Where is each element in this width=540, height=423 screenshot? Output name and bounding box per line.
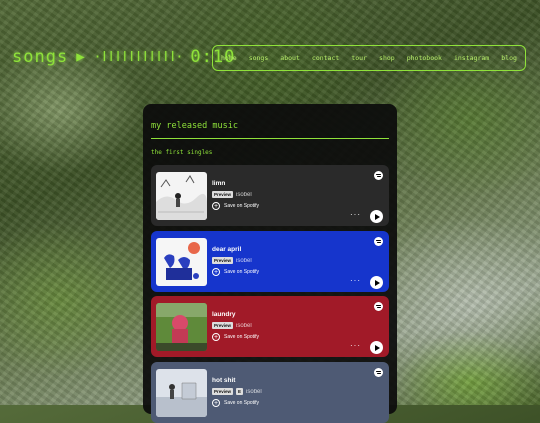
save-on-spotify-button[interactable]: + Save on Spotify xyxy=(212,333,259,341)
plus-circle-icon: + xyxy=(212,202,220,210)
plus-circle-icon: + xyxy=(212,333,220,341)
song-meta: Preview isobel xyxy=(212,322,252,329)
nav-photobook[interactable]: photobook xyxy=(407,54,442,62)
save-label: Save on Spotify xyxy=(224,203,260,209)
more-dots-icon[interactable]: ··· xyxy=(350,210,361,219)
plus-circle-icon: + xyxy=(212,399,220,407)
section-title: the first singles xyxy=(151,149,213,156)
divider xyxy=(151,138,389,139)
cover-art-limn xyxy=(156,172,207,220)
cover-art-laundry xyxy=(156,303,207,351)
save-on-spotify-button[interactable]: + Save on Spotify xyxy=(212,202,259,210)
preview-badge: Preview xyxy=(212,322,234,329)
spotify-embed-laundry[interactable]: laundry Preview isobel + Save on Spotify… xyxy=(151,296,389,357)
song-title[interactable]: limn xyxy=(212,180,225,187)
save-label: Save on Spotify xyxy=(224,400,260,406)
song-meta: Preview isobel xyxy=(212,191,252,198)
spotify-icon[interactable] xyxy=(374,237,383,246)
spotify-icon[interactable] xyxy=(374,302,383,311)
explicit-badge: E xyxy=(236,388,244,395)
nav-tour[interactable]: tour xyxy=(351,54,367,62)
spotify-icon[interactable] xyxy=(374,171,383,180)
save-on-spotify-button[interactable]: + Save on Spotify xyxy=(212,399,259,407)
nav-songs[interactable]: songs xyxy=(249,54,269,62)
artist-name[interactable]: isobel xyxy=(246,389,262,395)
song-title[interactable]: hot shit xyxy=(212,377,235,384)
nav-contact[interactable]: contact xyxy=(312,54,339,62)
nav-shop[interactable]: shop xyxy=(379,54,395,62)
save-label: Save on Spotify xyxy=(224,269,260,275)
artist-name[interactable]: isobel xyxy=(236,258,252,264)
spotify-embed-hot-shit[interactable]: hot shit Preview E isobel + Save on Spot… xyxy=(151,362,389,423)
play-button[interactable] xyxy=(370,210,383,223)
play-icon[interactable]: ▶ xyxy=(76,49,85,65)
plus-circle-icon: + xyxy=(212,268,220,276)
more-dots-icon[interactable]: ··· xyxy=(350,276,361,285)
panel-title: my released music xyxy=(151,121,238,131)
nav-home[interactable]: home xyxy=(221,54,237,62)
more-dots-icon[interactable]: ··· xyxy=(350,341,361,350)
preview-badge: Preview xyxy=(212,388,234,395)
header-player: songs ▶ ·ǀǀǀǀǀǀǀǀǀǀǀ· 0:10 xyxy=(12,47,235,67)
song-title[interactable]: dear april xyxy=(212,246,241,253)
main-nav: home songs about contact tour shop photo… xyxy=(212,45,526,71)
spotify-embed-limn[interactable]: limn Preview isobel + Save on Spotify ··… xyxy=(151,165,389,226)
song-meta: Preview isobel xyxy=(212,257,252,264)
nav-blog[interactable]: blog xyxy=(501,54,517,62)
song-title[interactable]: laundry xyxy=(212,311,235,318)
artist-name[interactable]: isobel xyxy=(236,192,252,198)
cover-art-hot-shit xyxy=(156,369,207,417)
play-button[interactable] xyxy=(370,341,383,354)
play-button[interactable] xyxy=(370,276,383,289)
spotify-icon[interactable] xyxy=(374,368,383,377)
site-title[interactable]: songs xyxy=(12,47,68,67)
artist-name[interactable]: isobel xyxy=(236,323,252,329)
save-on-spotify-button[interactable]: + Save on Spotify xyxy=(212,268,259,276)
waveform-icon: ·ǀǀǀǀǀǀǀǀǀǀǀ· xyxy=(93,49,184,65)
song-meta: Preview E isobel xyxy=(212,388,262,395)
nav-instagram[interactable]: instagram xyxy=(454,54,489,62)
music-panel: my released music the first singles limn… xyxy=(143,104,397,423)
save-label: Save on Spotify xyxy=(224,334,260,340)
spotify-embed-dear-april[interactable]: dear april Preview isobel + Save on Spot… xyxy=(151,231,389,292)
preview-badge: Preview xyxy=(212,191,234,198)
preview-badge: Preview xyxy=(212,257,234,264)
cover-art-dear-april xyxy=(156,238,207,286)
nav-about[interactable]: about xyxy=(280,54,300,62)
